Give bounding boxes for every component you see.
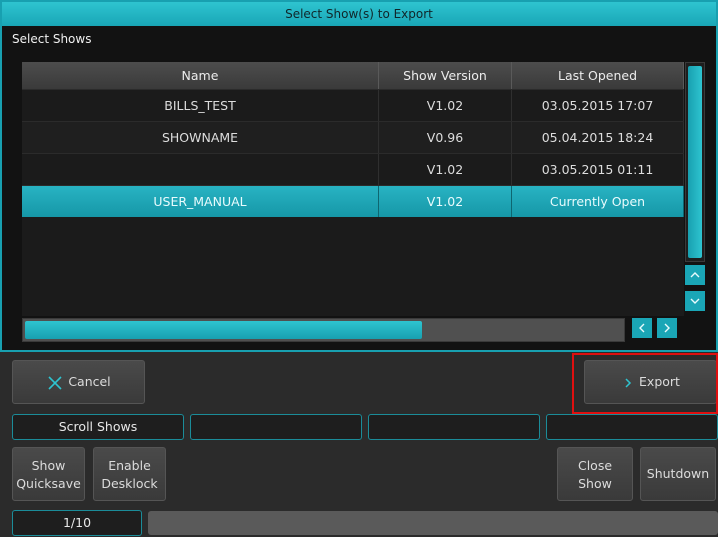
show-quicksave-line2: Quicksave [16,476,81,491]
status-bar [148,511,718,535]
cell-version: V1.02 [379,186,512,217]
enable-desklock-line2: Desklock [101,476,158,491]
horizontal-scrollbar[interactable] [22,318,625,342]
shutdown-button[interactable]: Shutdown [640,447,716,501]
close-show-line1: Close [577,458,613,473]
vertical-scroll-thumb[interactable] [688,66,702,258]
table-row[interactable]: V1.02 03.05.2015 01:11 [22,153,684,185]
column-header-name[interactable]: Name [22,62,379,89]
cell-name: BILLS_TEST [22,90,379,121]
column-header-version[interactable]: Show Version [379,62,512,89]
cell-version: V0.96 [379,122,512,153]
cell-name: SHOWNAME [22,122,379,153]
cancel-button[interactable]: Cancel [12,360,145,404]
column-header-last-opened[interactable]: Last Opened [512,62,684,89]
chevron-down-icon [690,298,700,304]
close-icon [48,375,62,390]
highlight-box [572,353,718,414]
export-dialog: Select Show(s) to Export Select Shows Na… [0,0,718,352]
horizontal-scroll-thumb[interactable] [25,321,422,339]
chevron-left-icon [639,323,645,333]
cell-version: V1.02 [379,154,512,185]
scroll-down-button[interactable] [685,291,705,311]
cell-version: V1.02 [379,90,512,121]
table-row[interactable]: BILLS_TEST V1.02 03.05.2015 17:07 [22,89,684,121]
chevron-up-icon [690,272,700,278]
close-show-button[interactable]: Close Show [557,447,633,501]
empty-slot[interactable] [190,414,362,440]
empty-slot[interactable] [546,414,718,440]
cell-last-opened: 03.05.2015 17:07 [512,90,684,121]
table-row-selected[interactable]: USER_MANUAL V1.02 Currently Open [22,185,684,217]
scroll-shows-slot[interactable]: Scroll Shows [12,414,184,440]
table-header: Name Show Version Last Opened [22,62,684,89]
vertical-scrollbar[interactable] [685,62,705,262]
shows-table: Name Show Version Last Opened BILLS_TEST… [22,62,684,316]
cell-last-opened: Currently Open [512,186,684,217]
show-quicksave-line1: Show [31,458,66,473]
cell-last-opened: 03.05.2015 01:11 [512,154,684,185]
cell-name: USER_MANUAL [22,186,379,217]
table-row[interactable]: SHOWNAME V0.96 05.04.2015 18:24 [22,121,684,153]
show-quicksave-button[interactable]: Show Quicksave [12,447,85,501]
cancel-label: Cancel [68,374,111,389]
cell-last-opened: 05.04.2015 18:24 [512,122,684,153]
cell-name [22,154,379,185]
page-indicator: 1/10 [12,510,142,536]
dialog-title: Select Show(s) to Export [2,2,716,26]
empty-slot[interactable] [368,414,540,440]
scroll-left-button[interactable] [632,318,652,338]
enable-desklock-line1: Enable [108,458,151,473]
chevron-right-icon [664,323,670,333]
scroll-up-button[interactable] [685,265,705,285]
close-show-line2: Show [578,476,612,491]
section-label: Select Shows [12,32,92,46]
scroll-right-button[interactable] [657,318,677,338]
enable-desklock-button[interactable]: Enable Desklock [93,447,166,501]
